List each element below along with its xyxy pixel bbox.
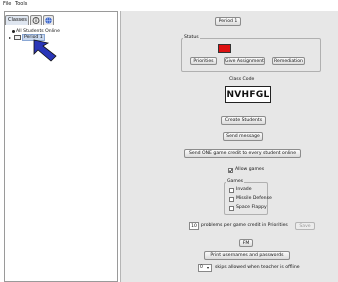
bullet-icon bbox=[12, 30, 15, 33]
games-title: Games bbox=[226, 179, 245, 184]
priorities-button[interactable]: Priorities bbox=[190, 57, 217, 65]
missile-defense-label: Missile Defense bbox=[236, 196, 272, 201]
remediation-button[interactable]: Remediation bbox=[272, 57, 305, 65]
send-message-button[interactable]: Send message bbox=[223, 132, 263, 141]
class-code-value: NVHFGL bbox=[225, 86, 271, 103]
send-game-credit-button[interactable]: Send ONE game credit to every student on… bbox=[184, 149, 301, 158]
give-assignment-button[interactable]: Give Assignment bbox=[224, 57, 265, 65]
fm-button[interactable]: FM bbox=[239, 239, 253, 247]
print-usernames-button[interactable]: Print usernames and passwords bbox=[204, 251, 290, 260]
check-icon bbox=[228, 168, 233, 173]
invade-label: Invade bbox=[236, 187, 252, 192]
tab-classes[interactable]: Classes bbox=[5, 15, 29, 25]
allow-games-checkbox[interactable] bbox=[228, 168, 233, 173]
save-button[interactable]: Save bbox=[295, 222, 315, 230]
status-title: Status bbox=[183, 35, 200, 40]
space-flappy-checkbox[interactable] bbox=[229, 206, 234, 211]
problems-input[interactable]: 10 bbox=[189, 222, 199, 230]
invade-checkbox[interactable] bbox=[229, 188, 234, 193]
menu-file[interactable]: File bbox=[3, 1, 11, 7]
folder-icon bbox=[14, 35, 21, 40]
expand-icon[interactable]: ▸ bbox=[9, 35, 11, 40]
menu-bar: File Tools bbox=[0, 0, 338, 10]
chevron-down-icon: ▾ bbox=[207, 265, 210, 270]
create-students-button[interactable]: Create Students bbox=[221, 116, 266, 125]
skips-label: skips allowed when teacher is offline bbox=[215, 265, 300, 270]
problems-label: problems per game credit in Priorities bbox=[201, 223, 288, 228]
period-button[interactable]: Period 1 bbox=[215, 17, 241, 26]
info-icon bbox=[32, 17, 40, 24]
class-code-title: Class Code bbox=[229, 77, 255, 82]
allow-games-label: Allow games bbox=[235, 167, 265, 172]
pointer-arrow-icon bbox=[33, 39, 57, 62]
class-tree-panel bbox=[4, 11, 118, 282]
tab-info[interactable] bbox=[30, 15, 42, 25]
missile-defense-checkbox[interactable] bbox=[229, 197, 234, 202]
space-flappy-label: Space Flappy bbox=[236, 205, 267, 210]
menu-tools[interactable]: Tools bbox=[15, 1, 27, 7]
globe-icon bbox=[45, 17, 52, 24]
status-group bbox=[181, 38, 321, 72]
status-indicator bbox=[218, 44, 231, 53]
tab-globe[interactable] bbox=[43, 15, 54, 25]
skips-select[interactable]: 0 ▾ bbox=[198, 264, 212, 272]
